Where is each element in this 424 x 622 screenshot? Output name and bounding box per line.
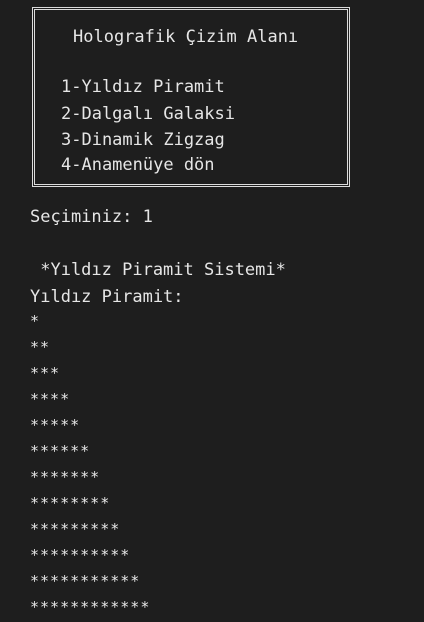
selection-prompt: Seçiminiz: 1 [30, 207, 153, 227]
menu-item-4: 4-Anamenüye dön [61, 155, 215, 175]
menu-item-2: 2-Dalgalı Galaksi [61, 104, 235, 124]
star-row: **** [30, 390, 71, 408]
star-row: *** [30, 364, 61, 382]
star-row: ******* [30, 468, 101, 486]
output-header: *Yıldız Piramit Sistemi* [30, 260, 286, 280]
output-subheader: Yıldız Piramit: [30, 287, 184, 307]
star-row: ***** [30, 416, 81, 434]
menu-item-1: 1-Yıldız Piramit [61, 77, 225, 97]
star-row: ********* [30, 520, 121, 538]
menu-title: Holografik Çizim Alanı [73, 27, 299, 47]
star-row: * [30, 312, 41, 330]
star-row: ********** [30, 546, 131, 564]
star-row: ****** [30, 442, 91, 460]
star-row: ************ [30, 598, 151, 616]
terminal-window[interactable]: Holografik Çizim Alanı 1-Yıldız Piramit … [0, 0, 424, 622]
star-row: ******** [30, 494, 111, 512]
star-row: *********** [30, 572, 141, 590]
star-row: ** [30, 338, 51, 356]
menu-item-3: 3-Dinamik Zigzag [61, 130, 225, 150]
